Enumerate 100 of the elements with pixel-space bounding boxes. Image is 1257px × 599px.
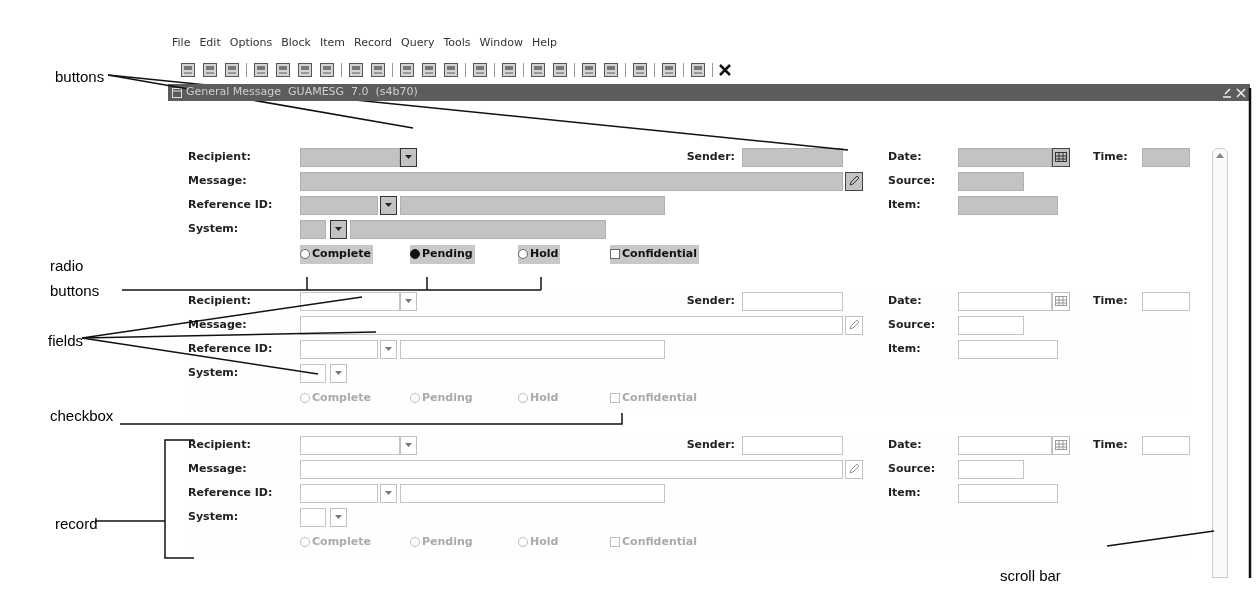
caret-icon <box>385 347 392 351</box>
calendar-icon <box>1055 152 1067 162</box>
input-field[interactable] <box>400 339 665 359</box>
field-label: Date: <box>888 436 923 453</box>
tool-icon[interactable] <box>224 62 240 78</box>
field-label: Reference ID: <box>188 196 274 213</box>
input-field[interactable] <box>742 147 843 167</box>
menu-item[interactable]: Item <box>319 34 345 52</box>
tool-icon[interactable] <box>253 62 269 78</box>
scroll-bar[interactable] <box>1212 148 1228 578</box>
field-label: Message: <box>188 460 248 477</box>
input-field[interactable] <box>300 219 326 239</box>
menu-item[interactable]: Edit <box>199 34 221 52</box>
input-field[interactable] <box>958 171 1024 191</box>
input-field[interactable] <box>958 483 1058 503</box>
checkbox[interactable]: Confidential <box>610 244 699 264</box>
input-field[interactable] <box>1142 291 1190 311</box>
tool-icon[interactable] <box>632 62 648 78</box>
field-label: System: <box>188 220 240 237</box>
field-label: Message: <box>188 172 248 189</box>
input-field[interactable] <box>300 291 400 311</box>
tool-icon[interactable] <box>443 62 459 78</box>
input-field[interactable] <box>958 195 1058 215</box>
input-field[interactable] <box>400 195 665 215</box>
tool-icon[interactable] <box>180 62 196 78</box>
tool-icon[interactable] <box>399 62 415 78</box>
input-field[interactable] <box>350 219 606 239</box>
dropdown-button[interactable] <box>400 147 417 167</box>
input-field[interactable] <box>300 459 843 479</box>
tool-icon[interactable] <box>297 62 313 78</box>
input-field[interactable] <box>958 339 1058 359</box>
tool-icon[interactable] <box>530 62 546 78</box>
radio-button[interactable]: Pending <box>410 244 475 264</box>
input-field[interactable] <box>300 171 843 191</box>
radio-button[interactable]: Complete <box>300 244 373 264</box>
dropdown-button[interactable] <box>380 195 397 215</box>
menu-item[interactable]: Help <box>531 34 557 52</box>
caret-icon <box>385 203 392 207</box>
input-field[interactable] <box>1142 147 1190 167</box>
callout-label: checkbox <box>50 406 114 426</box>
menu-item[interactable]: File <box>172 34 191 52</box>
menu-item[interactable]: Query <box>401 34 435 52</box>
input-field[interactable] <box>742 291 843 311</box>
callout-label: radio buttons <box>50 256 100 301</box>
input-field[interactable] <box>400 483 665 503</box>
menu-item[interactable]: Tools <box>443 34 471 52</box>
tool-icon[interactable] <box>202 62 218 78</box>
scroll-up-icon[interactable] <box>1216 153 1224 158</box>
tool-icon[interactable] <box>472 62 488 78</box>
field-label: Reference ID: <box>188 340 274 357</box>
tool-icon[interactable] <box>603 62 619 78</box>
input-field[interactable] <box>300 483 378 503</box>
tool-icon[interactable] <box>348 62 364 78</box>
tool-icon[interactable] <box>690 62 706 78</box>
tool-icon[interactable] <box>552 62 568 78</box>
input-field[interactable] <box>958 315 1024 335</box>
window-title: General Message GUAMESG 7.0 (s4b70) <box>186 84 418 101</box>
menu-item[interactable]: Options <box>229 34 273 52</box>
field-label: Time: <box>1093 148 1129 165</box>
tool-icon[interactable] <box>319 62 335 78</box>
menu-item[interactable]: Window <box>479 34 523 52</box>
input-field[interactable] <box>300 435 400 455</box>
input-field[interactable] <box>300 315 843 335</box>
edit-button[interactable] <box>845 171 863 191</box>
radio-button[interactable]: Hold <box>518 244 561 264</box>
field-label: Sender: <box>686 292 735 309</box>
tool-icon[interactable] <box>661 62 677 78</box>
input-field[interactable] <box>958 459 1024 479</box>
field-label: System: <box>188 508 240 525</box>
input-field[interactable] <box>958 147 1052 167</box>
tool-icon[interactable] <box>421 62 437 78</box>
input-field[interactable] <box>300 507 326 527</box>
input-field[interactable] <box>1142 435 1190 455</box>
input-field[interactable] <box>300 339 378 359</box>
menu-item[interactable]: Block <box>281 34 311 52</box>
tool-icon[interactable] <box>581 62 597 78</box>
tool-icon[interactable] <box>275 62 291 78</box>
tool-icon[interactable] <box>370 62 386 78</box>
pencil-icon <box>848 463 860 475</box>
field-label: Source: <box>888 316 937 333</box>
input-field[interactable] <box>300 147 400 167</box>
dropdown-button[interactable] <box>330 219 347 239</box>
input-field[interactable] <box>958 291 1052 311</box>
caret-icon <box>385 491 392 495</box>
calendar-button[interactable] <box>1052 147 1070 167</box>
caret-icon <box>335 227 342 231</box>
close-icon[interactable] <box>719 64 731 76</box>
pencil-icon <box>848 175 860 187</box>
input-field[interactable] <box>300 363 326 383</box>
field-label: Sender: <box>686 436 735 453</box>
menu-item[interactable]: Record <box>354 34 392 52</box>
caret-icon <box>335 371 342 375</box>
tool-icon[interactable] <box>501 62 517 78</box>
field-label: Time: <box>1093 436 1129 453</box>
input-field[interactable] <box>300 195 378 215</box>
input-field[interactable] <box>742 435 843 455</box>
minimize-icon[interactable] <box>1222 87 1232 98</box>
field-label: Message: <box>188 316 248 333</box>
input-field[interactable] <box>958 435 1052 455</box>
caret-icon <box>405 155 412 159</box>
